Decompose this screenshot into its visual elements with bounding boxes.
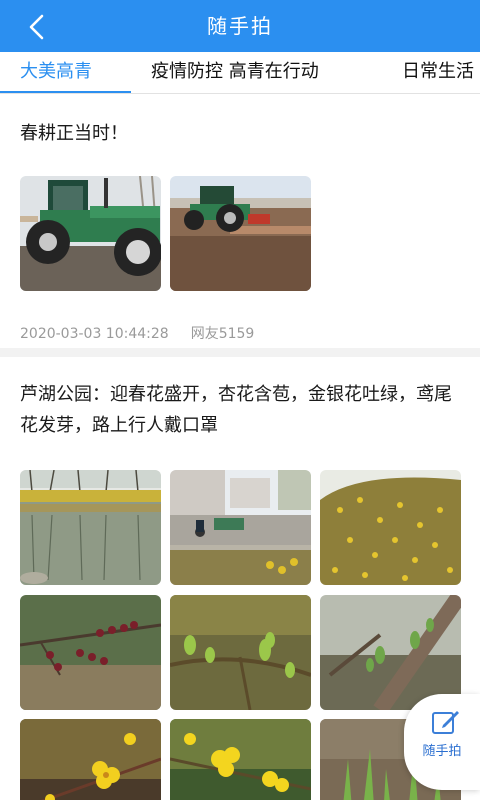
post-date: 2020-03-03 10:44:28 [20, 326, 169, 342]
honeysuckle-shoots-photo[interactable] [320, 595, 461, 710]
winter-jasmine-bush-photo[interactable] [320, 470, 461, 585]
active-tab-indicator [0, 91, 131, 93]
post-card[interactable]: 春耕正当时！ 2020-03-03 10:44:28 网友5159 [0, 94, 480, 348]
back-button[interactable] [22, 12, 52, 42]
tab-daily-life[interactable]: 日常生活 [402, 52, 474, 93]
tractor-plowing-photo[interactable] [170, 176, 311, 291]
apricot-buds-photo[interactable] [20, 595, 161, 710]
post-feed[interactable]: 春耕正当时！ 2020-03-03 10:44:28 网友5159 芦湖公园：迎… [0, 94, 480, 800]
post-meta: 2020-03-03 10:44:28 网友5159 [20, 323, 254, 343]
green-buds-photo[interactable] [170, 595, 311, 710]
yellow-jasmine-flowers-photo[interactable] [20, 719, 161, 800]
edit-icon [432, 711, 459, 734]
tab-dameigaoqing[interactable]: 大美高青 [20, 52, 92, 93]
category-tabs: 大美高青 疫情防控 高青在行动 日常生活 [0, 52, 480, 94]
yellow-jasmine-closeup-photo[interactable] [170, 719, 311, 800]
fab-label: 随手拍 [422, 744, 462, 759]
back-arrow-icon [29, 14, 44, 40]
tab-epidemic-control[interactable]: 疫情防控 高青在行动 [151, 52, 319, 93]
lake-reflection-photo[interactable] [20, 470, 161, 585]
page-title: 随手拍 [207, 14, 273, 38]
post-text: 春耕正当时！ [20, 123, 128, 144]
post-author: 网友5159 [190, 326, 255, 342]
tractor-photo[interactable] [20, 176, 161, 291]
snapshot-fab-button[interactable]: 随手拍 [404, 694, 480, 790]
post-text: 芦湖公园：迎春花盛开，杏花含苞，金银花吐绿，鸢尾花发芽，路上行人戴口罩 [20, 384, 452, 436]
street-cyclists-photo[interactable] [170, 470, 311, 585]
top-bar: 随手拍 [0, 0, 480, 52]
